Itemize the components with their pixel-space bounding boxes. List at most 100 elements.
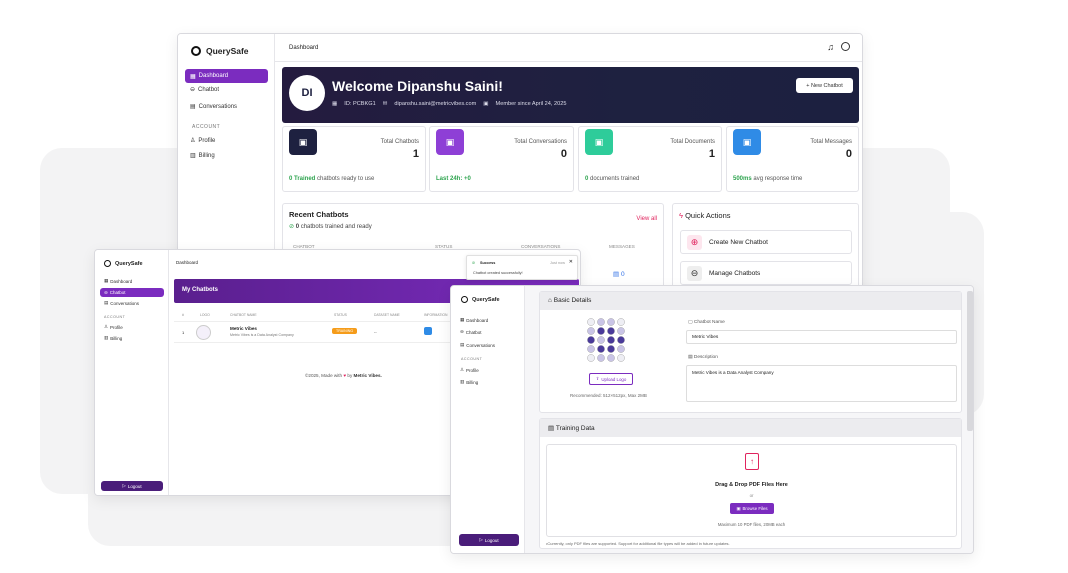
logout-button[interactable]: ▷ Logout	[101, 481, 163, 491]
user-avatar-icon[interactable]	[841, 42, 850, 51]
heart-icon: ♥	[343, 373, 347, 378]
view-all-link[interactable]: View all	[636, 216, 657, 222]
breadcrumb: Dashboard	[289, 44, 319, 51]
create-chatbot-window: QuerySafe ▦ Dashboard ⊖ Chatbot ▤ Conversat…	[450, 285, 974, 554]
browse-files-button[interactable]: ▣ Browse Files	[730, 503, 774, 514]
stat-footer: Last 24h: +0	[436, 176, 471, 182]
info-button[interactable]	[424, 327, 432, 335]
app-name: QuerySafe	[206, 46, 249, 56]
drop-zone[interactable]: ↑ Drag & Drop PDF Files Here or ▣ Browse …	[546, 444, 957, 537]
sidebar-item-conversations[interactable]: ▤ Conversations	[185, 103, 237, 111]
stat-label: Total Chatbots	[380, 139, 419, 145]
description-label: ▤ Description	[688, 355, 718, 360]
app-logo: QuerySafe	[104, 260, 143, 267]
id-icon: ▦	[332, 101, 338, 107]
robot-icon: ⊖	[104, 289, 108, 295]
manage-chatbots-action[interactable]: ⊖ Manage Chatbots	[680, 261, 852, 285]
dot-logo-icon	[587, 318, 625, 362]
close-icon[interactable]: ✕	[569, 259, 573, 265]
logo-hint: Recommended: 512×512px, Max 2MB	[570, 393, 647, 398]
stat-value: 0	[560, 148, 567, 160]
breadcrumb: Dashboard	[176, 260, 199, 265]
sidebar-item-dashboard[interactable]: ▦ Dashboard	[185, 69, 268, 83]
logo-preview	[582, 316, 630, 364]
document-icon: ▤	[688, 355, 693, 360]
basic-details-card: ⌂ Basic Details ⇪ Upload Logo Recommended…	[539, 291, 962, 413]
new-chatbot-button[interactable]: + New Chatbot	[796, 78, 853, 93]
logout-button[interactable]: ▷ Logout	[459, 534, 519, 546]
sidebar-item-chatbot[interactable]: ⊖ Chatbot	[456, 329, 482, 335]
grid-icon: ▦	[460, 317, 465, 322]
stat-card: ▣ Total Messages 0 500ms avg response ti…	[726, 126, 859, 192]
plus-circle-icon: ⊕	[687, 235, 702, 250]
sidebar-item-chatbot[interactable]: ⊖ Chatbot	[100, 288, 164, 297]
logo-icon	[104, 260, 111, 267]
robot-icon: ⊖	[687, 266, 702, 281]
chat-icon: ▤	[190, 104, 196, 110]
sidebar-item-profile[interactable]: ♙ Profile	[456, 367, 479, 373]
sidebar: QuerySafe ▦ Dashboard ⊖ Chatbot ▤ Conversat…	[451, 286, 525, 553]
support-note: •Currently, only PDF files are supported…	[546, 541, 730, 546]
user-icon: ♙	[190, 138, 196, 144]
success-icon: ⊘	[472, 261, 476, 265]
check-icon: ⊘	[289, 224, 295, 230]
robot-icon: ⊖	[190, 87, 196, 93]
chatbot-name-input[interactable]: Metric Vibes	[686, 330, 957, 344]
home-icon: ⌂	[548, 297, 552, 304]
logout-icon: ▷	[479, 537, 483, 542]
sidebar-item-dashboard[interactable]: ▦ Dashboard	[100, 278, 132, 284]
logout-icon: ▷	[122, 483, 126, 488]
sidebar-item-profile[interactable]: ♙ Profile	[100, 324, 123, 330]
scrollbar[interactable]	[967, 291, 973, 431]
footer: ©2025, Made with ♥ by Metric Vibes.	[305, 373, 382, 378]
bell-icon[interactable]: ♫	[827, 42, 834, 52]
stat-value: 1	[412, 148, 419, 160]
welcome-banner: DI Welcome Dipanshu Saini! ▦ ID: PCBKG1 ✉…	[282, 67, 859, 123]
upload-logo-button[interactable]: ⇪ Upload Logo	[589, 373, 633, 385]
message-icon: ▤	[613, 271, 620, 278]
sidebar-item-conversations[interactable]: ▤ Conversations	[456, 342, 495, 348]
stat-value: 0	[845, 148, 852, 160]
page-title: My Chatbots	[182, 287, 218, 293]
robot-icon: ⊖	[460, 329, 464, 334]
sidebar-item-billing[interactable]: ▥ Billing	[456, 379, 478, 385]
table-col-header: STATUS	[334, 313, 347, 317]
sidebar-item-billing[interactable]: ▥ Billing	[100, 335, 122, 341]
sidebar-item-chatbot[interactable]: ⊖ Chatbot	[185, 86, 219, 94]
stat-icon: ▣	[436, 129, 464, 155]
sidebar: QuerySafe ▦ Dashboard ⊖ Chatbot ▤ Conversat…	[95, 250, 169, 495]
file-upload-icon: ↑	[745, 453, 759, 470]
table-col-header: CHATBOT NAME	[230, 313, 257, 317]
section-label-account: ACCOUNT	[192, 124, 221, 130]
chat-icon: ▤	[460, 342, 465, 347]
table-col-header: LOGO	[200, 313, 210, 317]
logo-icon	[191, 46, 201, 56]
stat-icon: ▣	[289, 129, 317, 155]
section-header: ⌂ Basic Details	[540, 292, 961, 310]
app-logo: QuerySafe	[461, 296, 500, 303]
upload-icon: ⇪	[595, 376, 600, 381]
bolt-icon: ϟ	[679, 211, 683, 220]
description-textarea[interactable]: Metric Vibes is a Data Analyst Company	[686, 365, 957, 402]
receipt-icon: ▥	[460, 379, 465, 384]
chat-icon: ▢	[688, 320, 693, 325]
create-chatbot-action[interactable]: ⊕ Create New Chatbot	[680, 230, 852, 254]
chatbot-logo	[196, 325, 211, 340]
chat-icon: ▤	[104, 300, 109, 305]
stat-footer: 0 Trained chatbots ready to use	[289, 176, 375, 182]
mail-icon: ✉	[382, 101, 388, 107]
sidebar-item-profile[interactable]: ♙ Profile	[185, 137, 215, 145]
welcome-title: Welcome Dipanshu Saini!	[332, 78, 503, 94]
user-avatar: DI	[289, 75, 325, 111]
stat-label: Total Messages	[810, 139, 852, 145]
stat-icon: ▣	[585, 129, 613, 155]
user-icon: ♙	[104, 324, 109, 329]
sidebar-item-billing[interactable]: ▥ Billing	[185, 152, 215, 160]
status-badge: TRAINING	[332, 328, 358, 334]
stat-card: ▣ Total Conversations 0 Last 24h: +0	[429, 126, 574, 192]
sidebar-item-conversations[interactable]: ▤ Conversations	[100, 300, 139, 306]
stat-icon: ▣	[733, 129, 761, 155]
sidebar-item-dashboard[interactable]: ▦ Dashboard	[456, 317, 488, 323]
stat-card: ▣ Total Documents 1 0 documents trained	[578, 126, 722, 192]
section-label-account: ACCOUNT	[461, 357, 483, 361]
